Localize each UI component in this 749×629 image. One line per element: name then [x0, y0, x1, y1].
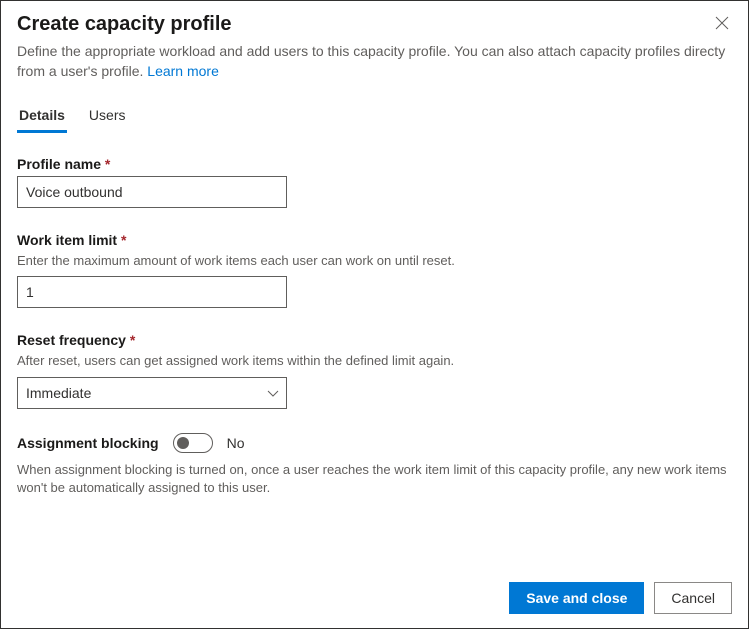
assignment-blocking-row: Assignment blocking No	[17, 433, 732, 453]
profile-name-input[interactable]	[17, 176, 287, 208]
close-button[interactable]	[712, 13, 732, 33]
profile-name-group: Profile name *	[17, 156, 732, 208]
tab-details[interactable]: Details	[17, 99, 67, 133]
assignment-blocking-toggle[interactable]	[173, 433, 213, 453]
create-capacity-profile-dialog: Create capacity profile Define the appro…	[0, 0, 749, 629]
reset-frequency-label: Reset frequency *	[17, 332, 732, 348]
assignment-blocking-group: Assignment blocking No When assignment b…	[17, 433, 732, 497]
dialog-header: Create capacity profile Define the appro…	[1, 1, 748, 81]
tab-users[interactable]: Users	[87, 99, 128, 133]
reset-frequency-select[interactable]	[17, 377, 287, 409]
description-text: Define the appropriate workload and add …	[17, 43, 725, 79]
dialog-title: Create capacity profile	[17, 13, 732, 36]
work-item-limit-input[interactable]	[17, 276, 287, 308]
required-indicator: *	[130, 332, 135, 348]
reset-frequency-group: Reset frequency * After reset, users can…	[17, 332, 732, 408]
reset-frequency-select-wrapper	[17, 377, 287, 409]
reset-frequency-help: After reset, users can get assigned work…	[17, 352, 732, 370]
profile-name-label: Profile name *	[17, 156, 732, 172]
cancel-button[interactable]: Cancel	[654, 582, 732, 614]
assignment-blocking-help: When assignment blocking is turned on, o…	[17, 461, 732, 497]
work-item-limit-label: Work item limit *	[17, 232, 732, 248]
work-item-limit-help: Enter the maximum amount of work items e…	[17, 252, 732, 270]
save-and-close-button[interactable]: Save and close	[509, 582, 644, 614]
required-indicator: *	[105, 156, 110, 172]
learn-more-link[interactable]: Learn more	[147, 63, 219, 79]
tabs: Details Users	[1, 99, 748, 134]
dialog-content: Profile name * Work item limit * Enter t…	[1, 134, 748, 568]
assignment-blocking-label: Assignment blocking	[17, 435, 159, 451]
work-item-limit-group: Work item limit * Enter the maximum amou…	[17, 232, 732, 308]
close-icon	[715, 16, 729, 30]
assignment-blocking-state: No	[227, 435, 245, 451]
dialog-footer: Save and close Cancel	[1, 568, 748, 628]
toggle-knob	[177, 437, 189, 449]
dialog-description: Define the appropriate workload and add …	[17, 42, 732, 81]
required-indicator: *	[121, 232, 126, 248]
